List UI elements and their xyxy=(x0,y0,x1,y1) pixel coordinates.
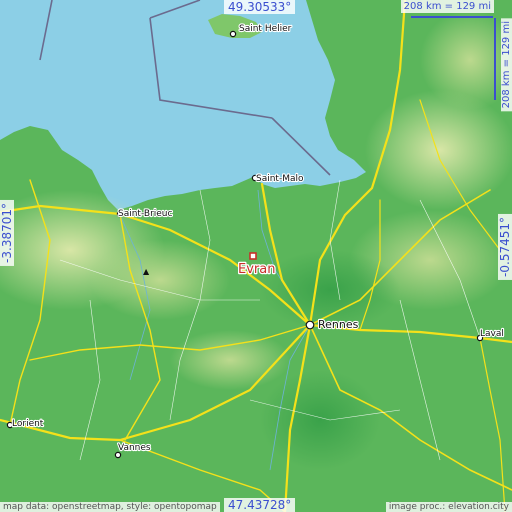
place-label-saint-malo: Saint-Malo xyxy=(256,174,304,184)
topographic-map[interactable]: ▲ Saint Helier Saint-Malo Saint-Brieuc R… xyxy=(0,0,512,512)
place-label-rennes: Rennes xyxy=(318,318,359,331)
place-label-vannes: Vannes xyxy=(118,443,151,453)
peak-marker-icon: ▲ xyxy=(143,267,150,276)
attribution-image-processing: image proc.: elevation.city xyxy=(385,502,512,512)
relief xyxy=(90,240,230,320)
place-label-saint-brieuc: Saint-Brieuc xyxy=(118,209,173,219)
west-longitude: -3.38701° xyxy=(0,200,14,266)
place-label-saint-helier: Saint Helier xyxy=(239,24,292,34)
scale-bar-vertical xyxy=(494,18,496,100)
selected-place-label: Evran xyxy=(238,262,275,277)
south-latitude: 47.43728° xyxy=(224,498,296,512)
city-marker xyxy=(229,30,237,38)
selected-place-marker[interactable] xyxy=(249,252,257,260)
city-marker xyxy=(114,451,122,459)
relief xyxy=(365,90,512,210)
place-label-laval: Laval xyxy=(480,329,504,339)
east-longitude: -0.57451° xyxy=(498,214,512,280)
scale-bar-horizontal xyxy=(411,16,493,18)
place-label-lorient: Lorient xyxy=(12,419,44,429)
relief xyxy=(170,330,290,390)
attribution-map-data: map data: openstreetmap, style: opentopo… xyxy=(0,502,220,512)
scale-label-horizontal: 208 km = 129 mi xyxy=(400,0,494,13)
scale-label-vertical: 208 km = 129 mi xyxy=(501,18,512,112)
city-marker xyxy=(305,320,315,330)
north-latitude: 49.30533° xyxy=(224,0,296,14)
